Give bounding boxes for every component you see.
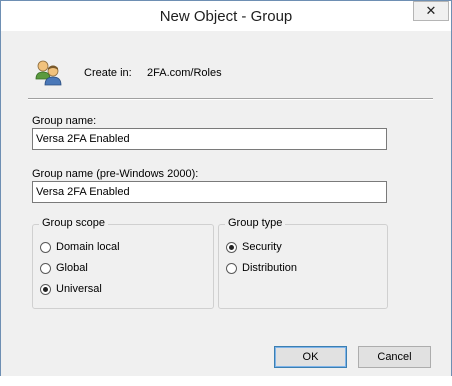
create-in-path: 2FA.com/Roles bbox=[147, 67, 222, 79]
group-name-input[interactable] bbox=[32, 128, 387, 150]
type-distribution-label: Distribution bbox=[242, 262, 298, 274]
group-name-label: Group name: bbox=[32, 115, 97, 127]
type-distribution-option[interactable]: Distribution bbox=[226, 262, 297, 274]
title-bar: New Object - Group ✕ bbox=[1, 1, 451, 31]
radio-dot bbox=[43, 286, 48, 292]
close-icon: ✕ bbox=[425, 3, 437, 18]
group-name-pre2000-label: Group name (pre-Windows 2000): bbox=[32, 168, 199, 180]
type-security-label: Security bbox=[242, 241, 282, 253]
radio-button-selected[interactable] bbox=[226, 241, 237, 253]
separator bbox=[28, 98, 433, 100]
scope-global-label: Global bbox=[56, 262, 88, 274]
background-strip bbox=[0, 376, 452, 386]
scope-domain-local-option[interactable]: Domain local bbox=[40, 241, 120, 253]
group-scope-legend: Group scope bbox=[39, 217, 108, 229]
scope-global-option[interactable]: Global bbox=[40, 262, 88, 274]
radio-button[interactable] bbox=[40, 262, 51, 274]
scope-domain-local-label: Domain local bbox=[56, 241, 120, 253]
group-type-box: Group type Security Distribution bbox=[218, 217, 388, 309]
radio-dot bbox=[229, 244, 234, 250]
scope-universal-label: Universal bbox=[56, 283, 102, 295]
dialog-title: New Object - Group bbox=[159, 8, 293, 25]
dialog-body: Create in: 2FA.com/Roles Group name: Gro… bbox=[8, 31, 443, 375]
group-name-pre2000-input[interactable] bbox=[32, 181, 387, 203]
create-in-label: Create in: bbox=[84, 67, 132, 79]
radio-button[interactable] bbox=[40, 241, 51, 253]
type-security-option[interactable]: Security bbox=[226, 241, 282, 253]
radio-button[interactable] bbox=[226, 262, 237, 274]
scope-universal-option[interactable]: Universal bbox=[40, 283, 102, 295]
close-button[interactable]: ✕ bbox=[413, 1, 449, 21]
group-scope-box: Group scope Domain local Global Universa… bbox=[32, 217, 214, 309]
ok-button[interactable]: OK bbox=[274, 346, 347, 368]
group-type-legend: Group type bbox=[225, 217, 286, 229]
users-icon bbox=[35, 60, 62, 86]
cancel-button[interactable]: Cancel bbox=[358, 346, 431, 368]
radio-button-selected[interactable] bbox=[40, 283, 51, 295]
new-group-dialog: New Object - Group ✕ Create in: 2FA.com/… bbox=[0, 0, 452, 384]
